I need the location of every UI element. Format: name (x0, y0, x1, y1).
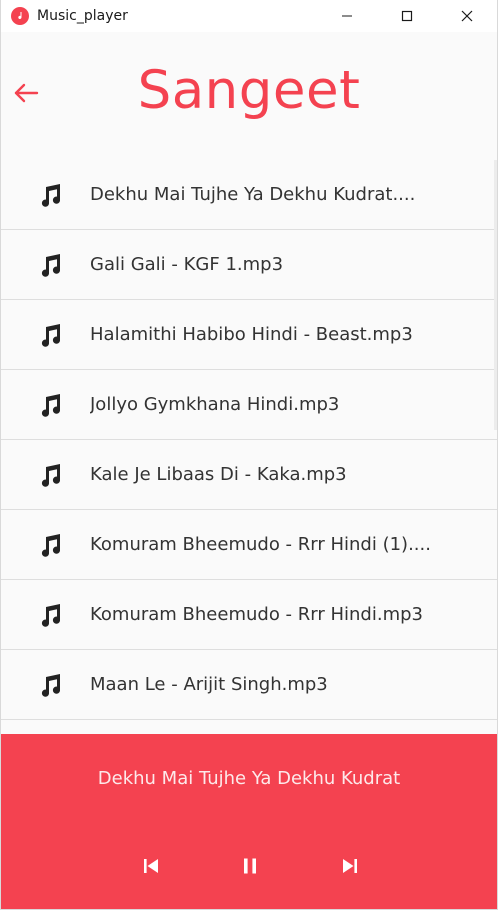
minimize-icon (342, 15, 352, 17)
music-note-icon (37, 601, 65, 629)
maximize-icon (401, 10, 413, 22)
music-note-icon (37, 251, 65, 279)
song-item[interactable]: Maan Le - Arijit Singh.mp3 (1, 650, 497, 720)
window-titlebar[interactable]: Music_player (1, 0, 497, 32)
song-title: Komuram Bheemudo - Rrr Hindi.mp3 (90, 604, 423, 625)
maximize-button[interactable] (377, 0, 437, 32)
music-note-icon (37, 321, 65, 349)
song-title: Dekhu Mai Tujhe Ya Dekhu Kudrat.... (90, 184, 416, 205)
song-item[interactable]: Dekhu Mai Tujhe Ya Dekhu Kudrat.... (1, 160, 497, 230)
app-icon (11, 7, 29, 25)
music-note-icon (37, 671, 65, 699)
music-note-icon (37, 391, 65, 419)
now-playing-title: Dekhu Mai Tujhe Ya Dekhu Kudrat (97, 768, 401, 789)
window-title: Music_player (37, 8, 128, 24)
app-header: Sangeet (1, 32, 497, 160)
music-note-icon (37, 531, 65, 559)
song-item[interactable]: Jollyo Gymkhana Hindi.mp3 (1, 370, 497, 440)
song-title: Gali Gali - KGF 1.mp3 (90, 254, 284, 275)
close-icon (461, 10, 473, 22)
player-bar: Dekhu Mai Tujhe Ya Dekhu Kudrat (1, 734, 497, 909)
music-note-icon (37, 181, 65, 209)
song-list: Dekhu Mai Tujhe Ya Dekhu Kudrat.... Gali… (1, 160, 497, 734)
music-note-icon (37, 461, 65, 489)
song-item[interactable]: Kale Je Libaas Di - Kaka.mp3 (1, 440, 497, 510)
song-item[interactable]: Komuram Bheemudo - Rrr Hindi (1).... (1, 510, 497, 580)
pause-button[interactable] (238, 854, 262, 878)
song-title: Jollyo Gymkhana Hindi.mp3 (90, 394, 340, 415)
song-item[interactable]: Gali Gali - KGF 1.mp3 (1, 230, 497, 300)
window-controls (317, 0, 497, 32)
previous-button[interactable] (139, 854, 163, 878)
list-scrollbar[interactable] (494, 160, 497, 430)
song-item[interactable]: Halamithi Habibo Hindi - Beast.mp3 (1, 300, 497, 370)
pause-icon (244, 858, 256, 874)
song-title: Halamithi Habibo Hindi - Beast.mp3 (90, 324, 413, 345)
song-item[interactable]: Komuram Bheemudo - Rrr Hindi.mp3 (1, 580, 497, 650)
song-title: Kale Je Libaas Di - Kaka.mp3 (90, 464, 347, 485)
close-button[interactable] (437, 0, 497, 32)
next-button[interactable] (338, 854, 362, 878)
song-title: Komuram Bheemudo - Rrr Hindi (1).... (90, 534, 430, 555)
page-title: Sangeet (137, 60, 361, 121)
minimize-button[interactable] (317, 0, 377, 32)
song-title: Maan Le - Arijit Singh.mp3 (90, 674, 328, 695)
app-window: Music_player Sangeet Dekhu Mai Tujhe Ya … (0, 0, 498, 910)
skip-next-icon (343, 859, 357, 873)
skip-previous-icon (144, 859, 158, 873)
